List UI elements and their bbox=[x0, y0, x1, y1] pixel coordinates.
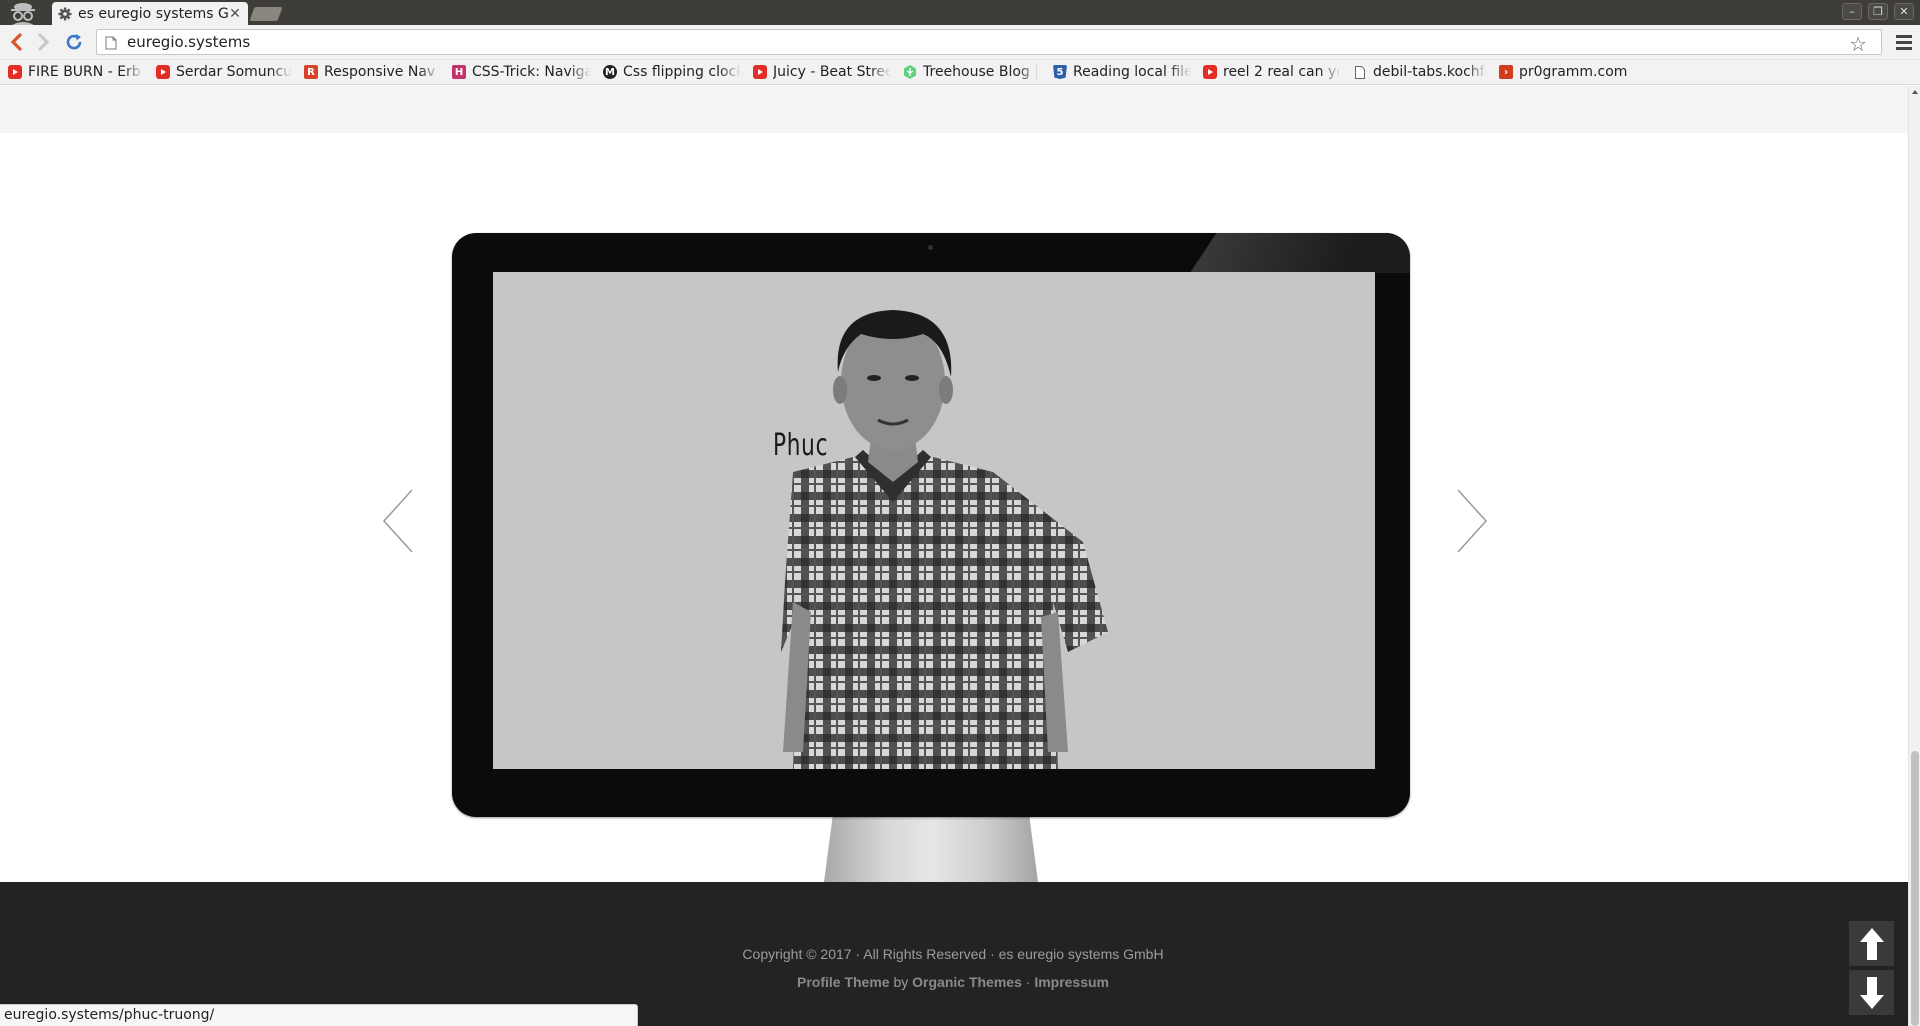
camera-dot bbox=[928, 245, 933, 250]
active-tab[interactable]: es euregio systems Gm ✕ bbox=[52, 2, 248, 25]
next-slide-arrow-icon[interactable] bbox=[1450, 486, 1490, 556]
menu-icon[interactable] bbox=[1896, 32, 1912, 52]
document-icon bbox=[1353, 65, 1367, 79]
bookmark-star-icon[interactable]: ☆ bbox=[1849, 32, 1867, 56]
previous-slide-arrow-icon[interactable] bbox=[380, 486, 420, 556]
team-member-name: Phuc bbox=[773, 428, 829, 463]
m-icon: M bbox=[603, 65, 617, 79]
bookmark-item[interactable]: debil-tabs.kochfo bbox=[1345, 60, 1491, 85]
footer-credits: Profile Theme by Organic Themes · Impres… bbox=[0, 974, 1906, 990]
organic-themes-link[interactable]: Organic Themes bbox=[912, 974, 1022, 990]
by-text: by bbox=[889, 974, 913, 990]
restore-icon[interactable]: ❐ bbox=[1868, 3, 1888, 20]
bookmark-item[interactable]: H CSS-Trick: Naviga bbox=[444, 60, 595, 85]
team-member-photo bbox=[781, 310, 1108, 769]
header-band bbox=[0, 86, 1908, 133]
window-controls: – ❐ ✕ bbox=[1842, 3, 1914, 20]
incognito-icon bbox=[6, 0, 40, 25]
impressum-link[interactable]: Impressum bbox=[1034, 974, 1109, 990]
monitor-stand bbox=[824, 817, 1038, 882]
back-arrow-icon[interactable] bbox=[6, 32, 26, 52]
profile-theme-link[interactable]: Profile Theme bbox=[797, 974, 890, 990]
bookmark-item[interactable]: FIRE BURN - Erb N bbox=[0, 60, 148, 85]
reload-icon[interactable] bbox=[64, 32, 84, 52]
gear-icon bbox=[58, 7, 72, 21]
html5-icon: 5 bbox=[1053, 65, 1067, 79]
bookmark-item[interactable]: Treehouse Blog | bbox=[895, 60, 1045, 85]
tab-strip: es euregio systems Gm ✕ – ❐ ✕ bbox=[0, 0, 1920, 25]
scroll-down-arrow-icon[interactable] bbox=[1849, 970, 1894, 1015]
r-icon: R bbox=[304, 65, 318, 79]
youtube-icon bbox=[753, 65, 767, 79]
scrollbar-up-icon[interactable] bbox=[1912, 90, 1918, 94]
bookmark-item[interactable]: › pr0gramm.com bbox=[1491, 60, 1641, 85]
bookmarks-bar: FIRE BURN - Erb N Serdar Somuncu R Respo… bbox=[0, 60, 1920, 85]
minimize-icon[interactable]: – bbox=[1842, 3, 1862, 20]
new-tab-button[interactable] bbox=[249, 7, 283, 21]
page-icon bbox=[105, 35, 117, 50]
url-text: euregio.systems bbox=[127, 33, 251, 51]
youtube-icon bbox=[1203, 65, 1217, 79]
close-window-icon[interactable]: ✕ bbox=[1894, 3, 1914, 20]
terminal-icon: › bbox=[1499, 65, 1513, 79]
bookmark-item[interactable]: Juicy - Beat Stree bbox=[745, 60, 895, 85]
separator-text: · bbox=[1021, 974, 1035, 990]
bookmark-item[interactable]: Serdar Somuncu bbox=[148, 60, 296, 85]
bookmark-item[interactable]: 5 Reading local file bbox=[1045, 60, 1195, 85]
tab-title: es euregio systems Gm bbox=[78, 5, 228, 22]
browser-toolbar: euregio.systems ☆ bbox=[0, 25, 1920, 60]
scroll-up-arrow-icon[interactable] bbox=[1849, 921, 1894, 966]
bookmark-item[interactable]: R Responsive Nav – bbox=[296, 60, 444, 85]
treehouse-icon bbox=[903, 65, 917, 79]
scrollbar-thumb[interactable] bbox=[1911, 751, 1919, 1026]
slide-screen[interactable] bbox=[493, 272, 1375, 769]
youtube-icon bbox=[8, 65, 22, 79]
monitor-glare bbox=[1190, 233, 1410, 273]
bookmark-item[interactable]: reel 2 real can you bbox=[1195, 60, 1345, 85]
forward-arrow-icon[interactable] bbox=[34, 32, 54, 52]
bookmark-item[interactable]: M Css flipping clock bbox=[595, 60, 745, 85]
youtube-icon bbox=[156, 65, 170, 79]
status-url-bubble: euregio.systems/phuc-truong/ bbox=[0, 1004, 638, 1026]
copyright-text: Copyright © 2017 · All Rights Reserved ·… bbox=[742, 946, 1164, 962]
monitor-frame bbox=[452, 233, 1410, 817]
address-bar[interactable]: euregio.systems ☆ bbox=[96, 29, 1882, 56]
close-tab-icon[interactable]: ✕ bbox=[228, 6, 242, 22]
h-icon: H bbox=[452, 65, 466, 79]
page-scrollbar[interactable] bbox=[1908, 86, 1920, 1026]
